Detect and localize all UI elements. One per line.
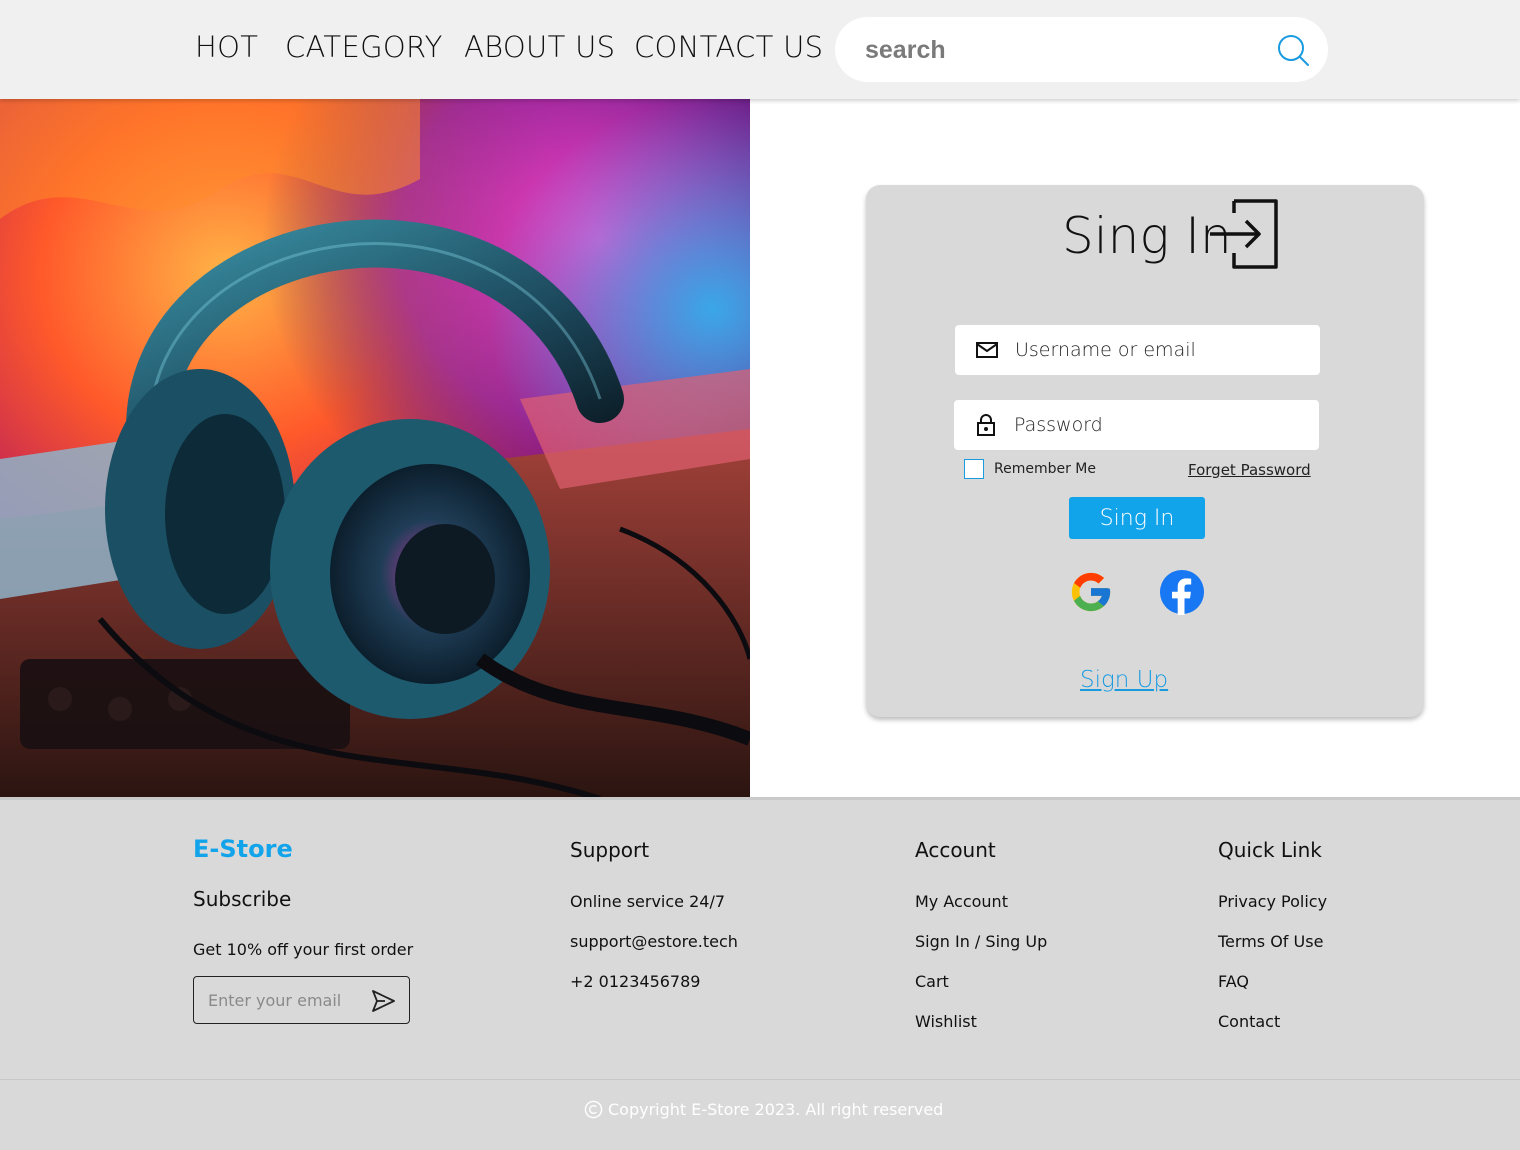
footer-divider bbox=[0, 1079, 1520, 1080]
password-input[interactable] bbox=[1014, 408, 1304, 442]
forgot-password-link[interactable]: Forget Password bbox=[1188, 461, 1311, 479]
quick-link-heading: Quick Link bbox=[1218, 838, 1322, 862]
copyright-text: Copyright E-Store 2023. All right reserv… bbox=[608, 1100, 944, 1119]
remember-me-label: Remember Me bbox=[994, 461, 1096, 477]
cart-link[interactable]: Cart bbox=[915, 972, 949, 991]
support-heading: Support bbox=[570, 838, 650, 862]
subscribe-heading: Subscribe bbox=[193, 887, 292, 911]
privacy-policy-link[interactable]: Privacy Policy bbox=[1218, 892, 1327, 911]
support-item: Online service 24/7 bbox=[570, 892, 726, 911]
subscribe-email-input[interactable] bbox=[208, 987, 358, 1013]
footer-brand: E-Store bbox=[193, 835, 293, 863]
lock-icon bbox=[977, 414, 995, 436]
username-field bbox=[955, 325, 1320, 375]
signin-button[interactable]: Sing In bbox=[1069, 497, 1205, 539]
username-input[interactable] bbox=[1015, 333, 1305, 367]
search-icon[interactable] bbox=[1276, 34, 1312, 70]
support-phone[interactable]: +2 0123456789 bbox=[570, 972, 700, 991]
google-icon[interactable] bbox=[1068, 569, 1114, 615]
footer: E-Store Subscribe Get 10% off your first… bbox=[0, 797, 1520, 1150]
contact-link[interactable]: Contact bbox=[1218, 1012, 1280, 1031]
subscribe-text: Get 10% off your first order bbox=[193, 940, 414, 959]
nav-item-about-us[interactable]: ABOUT US bbox=[464, 30, 615, 64]
password-field bbox=[954, 400, 1319, 450]
top-nav-bar: HOT CATEGORY ABOUT US CONTACT US bbox=[0, 0, 1520, 99]
mail-icon bbox=[976, 342, 998, 358]
subscribe-email-field bbox=[193, 976, 410, 1024]
remember-me-checkbox[interactable] bbox=[964, 459, 984, 479]
send-icon[interactable] bbox=[370, 988, 396, 1014]
login-icon bbox=[1210, 199, 1278, 269]
copyright-icon bbox=[584, 1100, 603, 1119]
signup-link[interactable]: Sign Up bbox=[1080, 667, 1168, 693]
terms-of-use-link[interactable]: Terms Of Use bbox=[1218, 932, 1323, 951]
search-bar bbox=[835, 17, 1328, 82]
nav-item-hot[interactable]: HOT bbox=[195, 30, 258, 64]
search-input[interactable] bbox=[865, 31, 1265, 69]
copyright: Copyright E-Store 2023. All right reserv… bbox=[584, 1100, 943, 1119]
nav-item-contact-us[interactable]: CONTACT US bbox=[634, 30, 823, 64]
support-email[interactable]: support@estore.tech bbox=[570, 932, 738, 951]
signin-signup-link[interactable]: Sign In / Sing Up bbox=[915, 932, 1047, 951]
signin-title: Sing In bbox=[1062, 207, 1232, 265]
account-heading: Account bbox=[915, 838, 996, 862]
facebook-icon[interactable] bbox=[1159, 569, 1205, 615]
nav-item-category[interactable]: CATEGORY bbox=[285, 30, 443, 64]
faq-link[interactable]: FAQ bbox=[1218, 972, 1249, 991]
my-account-link[interactable]: My Account bbox=[915, 892, 1008, 911]
headphones-image bbox=[0, 99, 750, 800]
wishlist-link[interactable]: Wishlist bbox=[915, 1012, 977, 1031]
signin-card: Sing In Remember Me Forget Password Sing… bbox=[866, 185, 1424, 717]
